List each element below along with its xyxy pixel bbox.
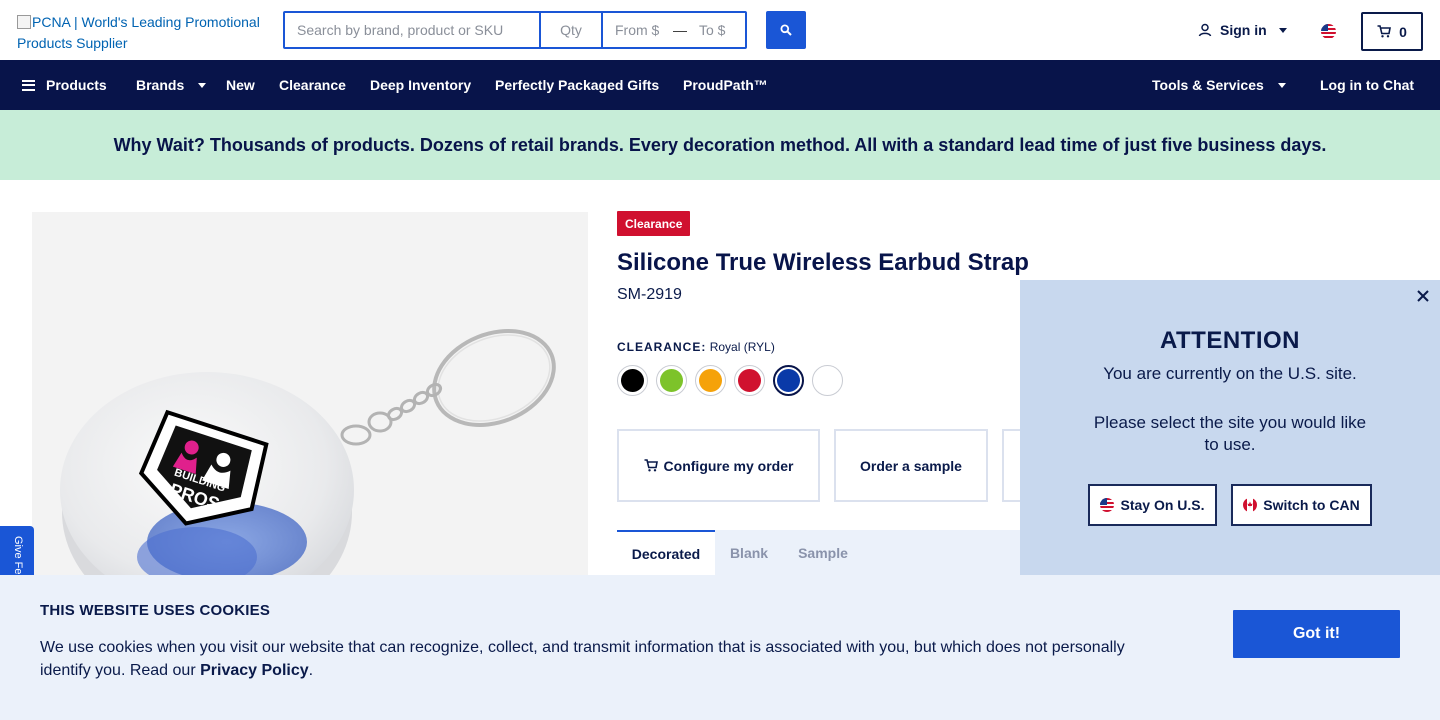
quantity-input[interactable] (541, 13, 603, 47)
cart-icon (1377, 25, 1392, 38)
main-navigation: Products Brands New Clearance Deep Inven… (0, 60, 1440, 110)
order-sample-label: Order a sample (860, 457, 962, 474)
color-selection-label: CLEARANCE: Royal (RYL) (617, 340, 775, 354)
cart-button[interactable]: 0 (1361, 12, 1423, 51)
nav-tools-label: Tools & Services (1152, 77, 1264, 93)
us-flag-icon (1100, 498, 1115, 512)
search-button[interactable] (766, 11, 806, 49)
configure-order-button[interactable]: Configure my order (617, 429, 820, 502)
nav-perfectly-packaged-gifts[interactable]: Perfectly Packaged Gifts (495, 60, 659, 110)
stay-on-us-label: Stay On U.S. (1120, 497, 1205, 513)
swatch-lime-green[interactable] (656, 365, 687, 396)
site-logo[interactable]: PCNA | World's Leading Promotional Produ… (17, 12, 272, 54)
canada-flag-icon (1243, 498, 1258, 512)
search-bar: — (283, 11, 747, 49)
switch-to-can-button[interactable]: Switch to CAN (1231, 484, 1372, 526)
menu-icon (22, 79, 35, 91)
nav-brands-label: Brands (136, 77, 185, 93)
sign-in-menu[interactable]: Sign in (1198, 22, 1287, 38)
product-title: Silicone True Wireless Earbud Strap (617, 249, 1029, 276)
close-icon[interactable] (1416, 289, 1430, 303)
price-from-input[interactable] (603, 13, 673, 47)
product-sku: SM-2919 (617, 286, 682, 303)
nav-clearance-label: Clearance (279, 77, 346, 93)
nav-products[interactable]: Products (22, 60, 107, 110)
price-to-input[interactable] (687, 13, 745, 47)
promo-text: Why Wait? Thousands of products. Dozens … (113, 134, 1327, 155)
nav-proudpath[interactable]: ProudPath™ (683, 60, 768, 110)
attention-title: ATTENTION (1159, 327, 1301, 354)
attention-prompt: Please select the site you would like to… (1093, 413, 1367, 454)
chevron-down-icon (198, 82, 207, 88)
tab-decorated[interactable]: Decorated (617, 530, 715, 576)
nav-new[interactable]: New (226, 60, 255, 110)
swatch-white[interactable] (812, 365, 843, 396)
tab-blank-label: Blank (729, 545, 769, 561)
sign-in-label: Sign in (1220, 22, 1267, 38)
chevron-down-icon (1277, 82, 1286, 88)
chat-login-link[interactable]: Log in to Chat (1320, 60, 1414, 110)
swatch-royal[interactable] (773, 365, 804, 396)
cookie-title: THIS WEBSITE USES COOKIES (40, 602, 271, 619)
tab-sample-label: Sample (798, 545, 848, 561)
product-image[interactable]: BUILDING PROS (32, 212, 588, 592)
nav-deep-inventory[interactable]: Deep Inventory (370, 60, 471, 110)
broken-image-icon (17, 15, 31, 29)
tab-sample[interactable]: Sample (789, 530, 857, 576)
cart-count: 0 (1399, 23, 1407, 40)
nav-deep-inventory-label: Deep Inventory (370, 77, 472, 93)
attention-message: You are currently on the U.S. site. (1103, 364, 1357, 383)
color-swatches (617, 365, 843, 396)
user-icon (1198, 23, 1212, 37)
site-selector-popup: ATTENTION You are currently on the U.S. … (1020, 280, 1440, 576)
top-header: PCNA | World's Leading Promotional Produ… (0, 0, 1440, 60)
clearance-heading: CLEARANCE: (617, 340, 707, 354)
logo-alt-text: PCNA | World's Leading Promotional Produ… (17, 14, 260, 51)
swatch-orange[interactable] (695, 365, 726, 396)
nav-clearance[interactable]: Clearance (279, 60, 346, 110)
us-flag-icon[interactable] (1321, 24, 1336, 39)
switch-to-can-label: Switch to CAN (1263, 497, 1360, 513)
chat-login-label: Log in to Chat (1320, 77, 1415, 93)
swatch-red[interactable] (734, 365, 765, 396)
nav-tools-services[interactable]: Tools & Services (1152, 60, 1286, 110)
search-input[interactable] (285, 13, 541, 47)
nav-gifts-label: Perfectly Packaged Gifts (495, 77, 660, 93)
stay-on-us-button[interactable]: Stay On U.S. (1088, 484, 1217, 526)
nav-products-label: Products (46, 77, 107, 93)
nav-proudpath-label: ProudPath™ (683, 77, 768, 93)
cookie-banner: THIS WEBSITE USES COOKIES We use cookies… (0, 575, 1440, 720)
cart-icon (644, 459, 658, 472)
order-sample-button[interactable]: Order a sample (834, 429, 988, 502)
clearance-badge: Clearance (617, 211, 691, 236)
accept-cookies-button[interactable]: Got it! (1233, 610, 1400, 658)
nav-new-label: New (226, 77, 255, 93)
cookie-text: We use cookies when you visit our websit… (40, 636, 1150, 682)
tab-blank[interactable]: Blank (717, 530, 781, 576)
selected-color-name: Royal (RYL) (709, 340, 775, 354)
product-photo: BUILDING PROS (60, 329, 556, 592)
chevron-down-icon (1278, 27, 1287, 33)
privacy-policy-link[interactable]: Privacy Policy (200, 662, 309, 679)
nav-brands[interactable]: Brands (136, 60, 207, 110)
swatch-black[interactable] (617, 365, 648, 396)
configure-order-label: Configure my order (663, 457, 794, 474)
promo-banner: Why Wait? Thousands of products. Dozens … (0, 110, 1440, 180)
price-range-separator: — (673, 22, 687, 38)
search-icon (780, 24, 792, 36)
tab-decorated-label: Decorated (631, 546, 701, 562)
cookie-text-end: . (308, 662, 314, 679)
